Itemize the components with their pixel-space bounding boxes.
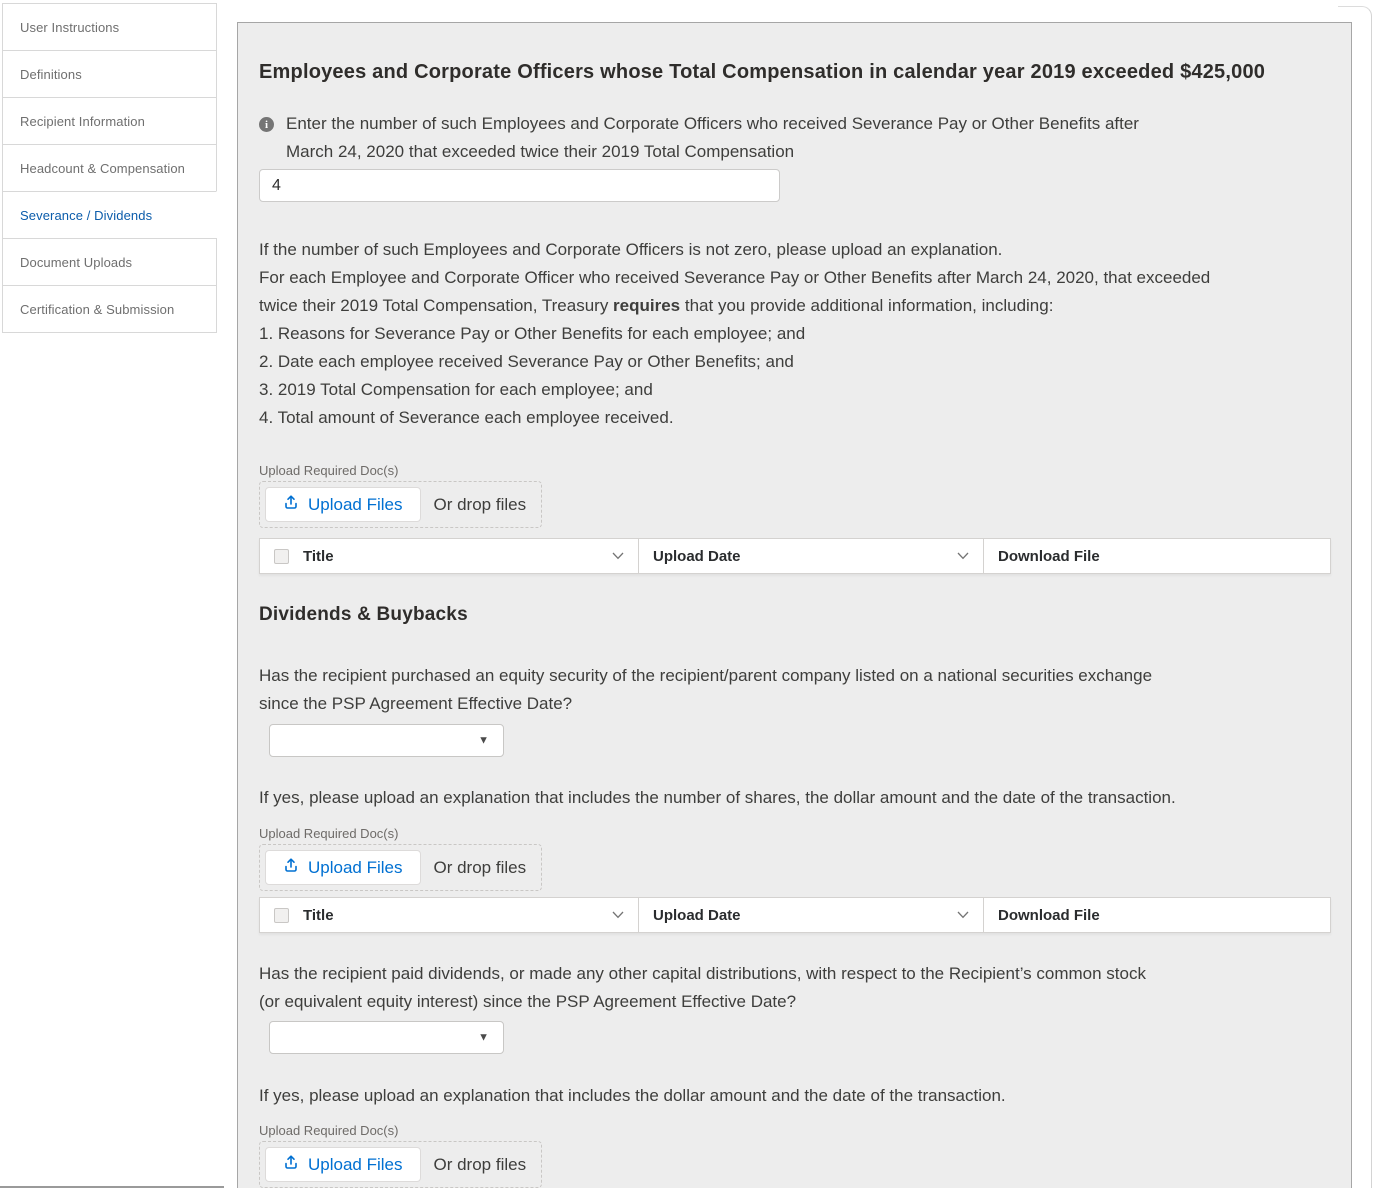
equity-purchase-question: Has the recipient purchased an equity se… <box>259 662 1329 718</box>
page-title: Employees and Corporate Officers whose T… <box>259 59 1269 86</box>
column-header-title[interactable]: Title <box>260 898 639 932</box>
dividends-paid-question: Has the recipient paid dividends, or mad… <box>259 960 1329 1016</box>
list-item: 3. 2019 Total Compensation for each empl… <box>259 376 1329 404</box>
chevron-down-icon[interactable] <box>612 552 624 560</box>
list-item: 1. Reasons for Severance Pay or Other Be… <box>259 320 1329 348</box>
upload-files-button-dividends[interactable]: Upload Files <box>265 1147 421 1182</box>
sidebar-item-label: Definitions <box>20 67 82 82</box>
sidebar-item-severance-dividends[interactable]: Severance / Dividends <box>2 191 217 239</box>
file-dropzone-severance[interactable]: Upload Files Or drop files <box>259 481 542 528</box>
upload-files-label: Upload Files <box>308 858 403 878</box>
column-header-download-file: Download File <box>984 539 1330 573</box>
sidebar-item-definitions[interactable]: Definitions <box>2 50 217 98</box>
sidebar-item-label: Certification & Submission <box>20 302 174 317</box>
upload-required-docs-label: Upload Required Doc(s) <box>259 826 1329 841</box>
list-item: 4. Total amount of Severance each employ… <box>259 404 1329 432</box>
upload-required-docs-label: Upload Required Doc(s) <box>259 1123 1329 1138</box>
sidebar-item-certification-submission[interactable]: Certification & Submission <box>2 285 217 333</box>
file-dropzone-dividends[interactable]: Upload Files Or drop files <box>259 1141 542 1188</box>
dividends-paid-select[interactable]: ▼ <box>269 1021 504 1054</box>
dividends-buybacks-heading: Dividends & Buybacks <box>259 604 1329 626</box>
uploaded-files-table-severance: Title Upload Date Download File <box>259 538 1331 574</box>
severance-count-input[interactable] <box>259 169 780 202</box>
dividends-ifyes-text: If yes, please upload an explanation tha… <box>259 1082 1329 1110</box>
severance-count-prompt-text: Enter the number of such Employees and C… <box>286 110 1139 166</box>
sidebar-item-label: Recipient Information <box>20 114 145 129</box>
upload-files-button-severance[interactable]: Upload Files <box>265 487 421 522</box>
dropdown-caret-icon: ▼ <box>478 1032 489 1043</box>
dropdown-caret-icon: ▼ <box>478 735 489 746</box>
sidebar-item-label: User Instructions <box>20 20 119 35</box>
sidebar-item-label: Headcount & Compensation <box>20 161 185 176</box>
upload-files-label: Upload Files <box>308 1155 403 1175</box>
sidebar-item-recipient-information[interactable]: Recipient Information <box>2 97 217 145</box>
upload-files-button-equity[interactable]: Upload Files <box>265 850 421 885</box>
severance-count-prompt: i Enter the number of such Employees and… <box>259 110 1329 166</box>
select-all-checkbox[interactable] <box>274 549 289 564</box>
upload-icon <box>283 857 299 878</box>
sidebar-item-label: Document Uploads <box>20 255 132 270</box>
upload-icon <box>283 1154 299 1175</box>
form-section-nav: User Instructions Definitions Recipient … <box>2 3 217 333</box>
sidebar-item-document-uploads[interactable]: Document Uploads <box>2 238 217 286</box>
main-panel: Employees and Corporate Officers whose T… <box>237 22 1352 1188</box>
column-header-upload-date[interactable]: Upload Date <box>639 898 984 932</box>
equity-purchase-select[interactable]: ▼ <box>269 724 504 757</box>
column-header-upload-date[interactable]: Upload Date <box>639 539 984 573</box>
list-item: 2. Date each employee received Severance… <box>259 348 1329 376</box>
info-icon: i <box>259 117 274 132</box>
sidebar-item-label: Severance / Dividends <box>20 208 152 223</box>
upload-icon <box>283 494 299 515</box>
column-header-title[interactable]: Title <box>260 539 639 573</box>
sidebar-item-headcount-compensation[interactable]: Headcount & Compensation <box>2 144 217 192</box>
or-drop-files-text: Or drop files <box>434 858 527 878</box>
explanation-paragraph: If the number of such Employees and Corp… <box>259 236 1329 432</box>
equity-ifyes-text: If yes, please upload an explanation tha… <box>259 784 1329 812</box>
file-dropzone-equity[interactable]: Upload Files Or drop files <box>259 844 542 891</box>
chevron-down-icon[interactable] <box>957 552 969 560</box>
upload-required-docs-label: Upload Required Doc(s) <box>259 463 1329 478</box>
sidebar-item-user-instructions[interactable]: User Instructions <box>2 3 217 51</box>
select-all-checkbox[interactable] <box>274 908 289 923</box>
uploaded-files-table-equity: Title Upload Date Download File <box>259 897 1331 933</box>
upload-files-label: Upload Files <box>308 495 403 515</box>
or-drop-files-text: Or drop files <box>434 495 527 515</box>
column-header-download-file: Download File <box>984 898 1330 932</box>
chevron-down-icon[interactable] <box>612 911 624 919</box>
chevron-down-icon[interactable] <box>957 911 969 919</box>
or-drop-files-text: Or drop files <box>434 1155 527 1175</box>
